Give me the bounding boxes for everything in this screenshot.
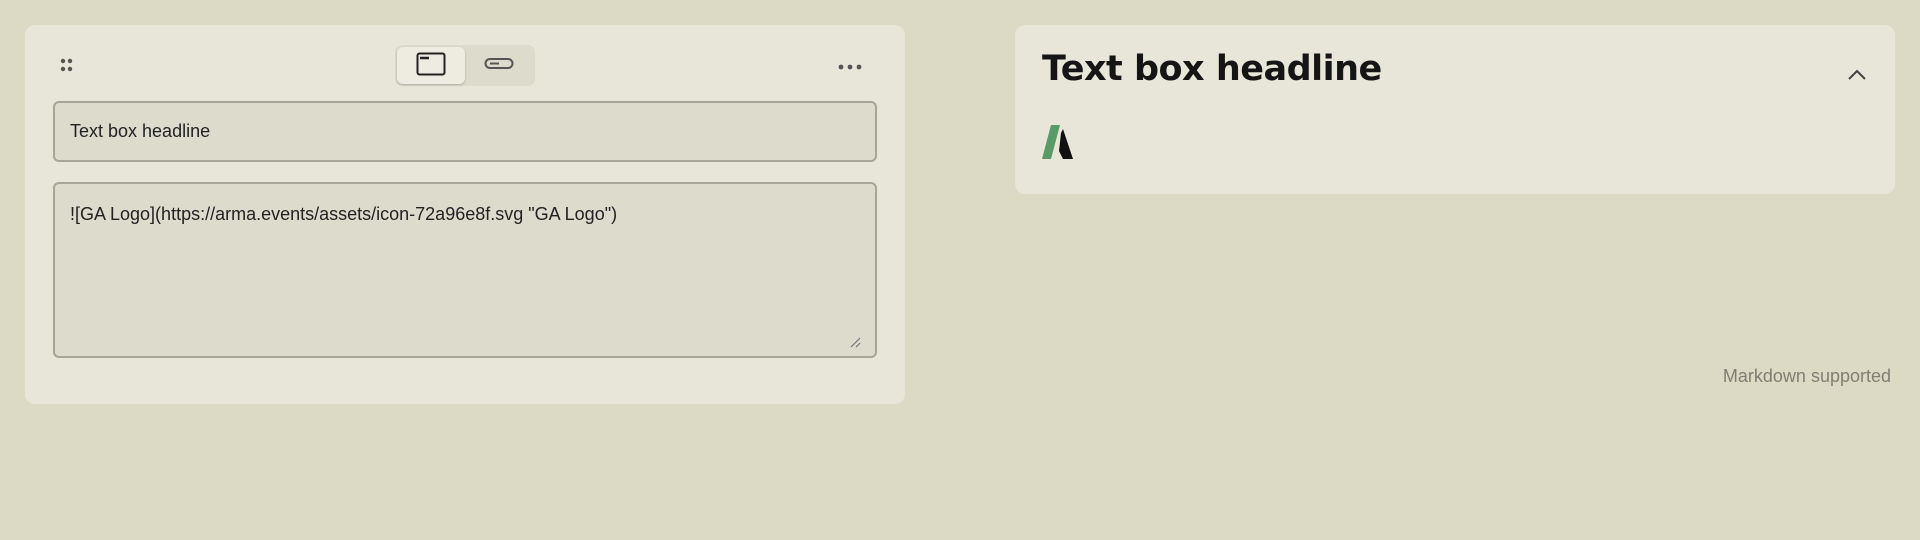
collapse-button[interactable] — [1843, 61, 1871, 89]
drag-handle-icon[interactable] — [57, 56, 77, 76]
body-textarea[interactable]: ![GA Logo](https://arma.events/assets/ic… — [53, 182, 877, 358]
more-horizontal-icon — [837, 56, 863, 75]
view-toggle — [395, 45, 535, 86]
resize-grip-icon[interactable] — [849, 330, 861, 348]
card-view-icon — [416, 52, 446, 80]
more-options-button[interactable] — [832, 54, 868, 76]
inline-view-toggle-button[interactable] — [465, 47, 533, 84]
chevron-up-icon — [1847, 66, 1867, 85]
headline-input[interactable]: Text box headline — [53, 101, 877, 162]
ga-logo-image — [1042, 125, 1076, 159]
markdown-supported-note: Markdown supported — [1722, 366, 1891, 386]
card-view-toggle-button[interactable] — [397, 47, 465, 84]
body-textarea-text: ![GA Logo](https://arma.events/assets/ic… — [70, 204, 618, 224]
preview-title: Text box headline — [1042, 49, 1382, 89]
inline-view-icon — [484, 56, 514, 75]
preview-card: Text box headline — [1015, 25, 1895, 194]
